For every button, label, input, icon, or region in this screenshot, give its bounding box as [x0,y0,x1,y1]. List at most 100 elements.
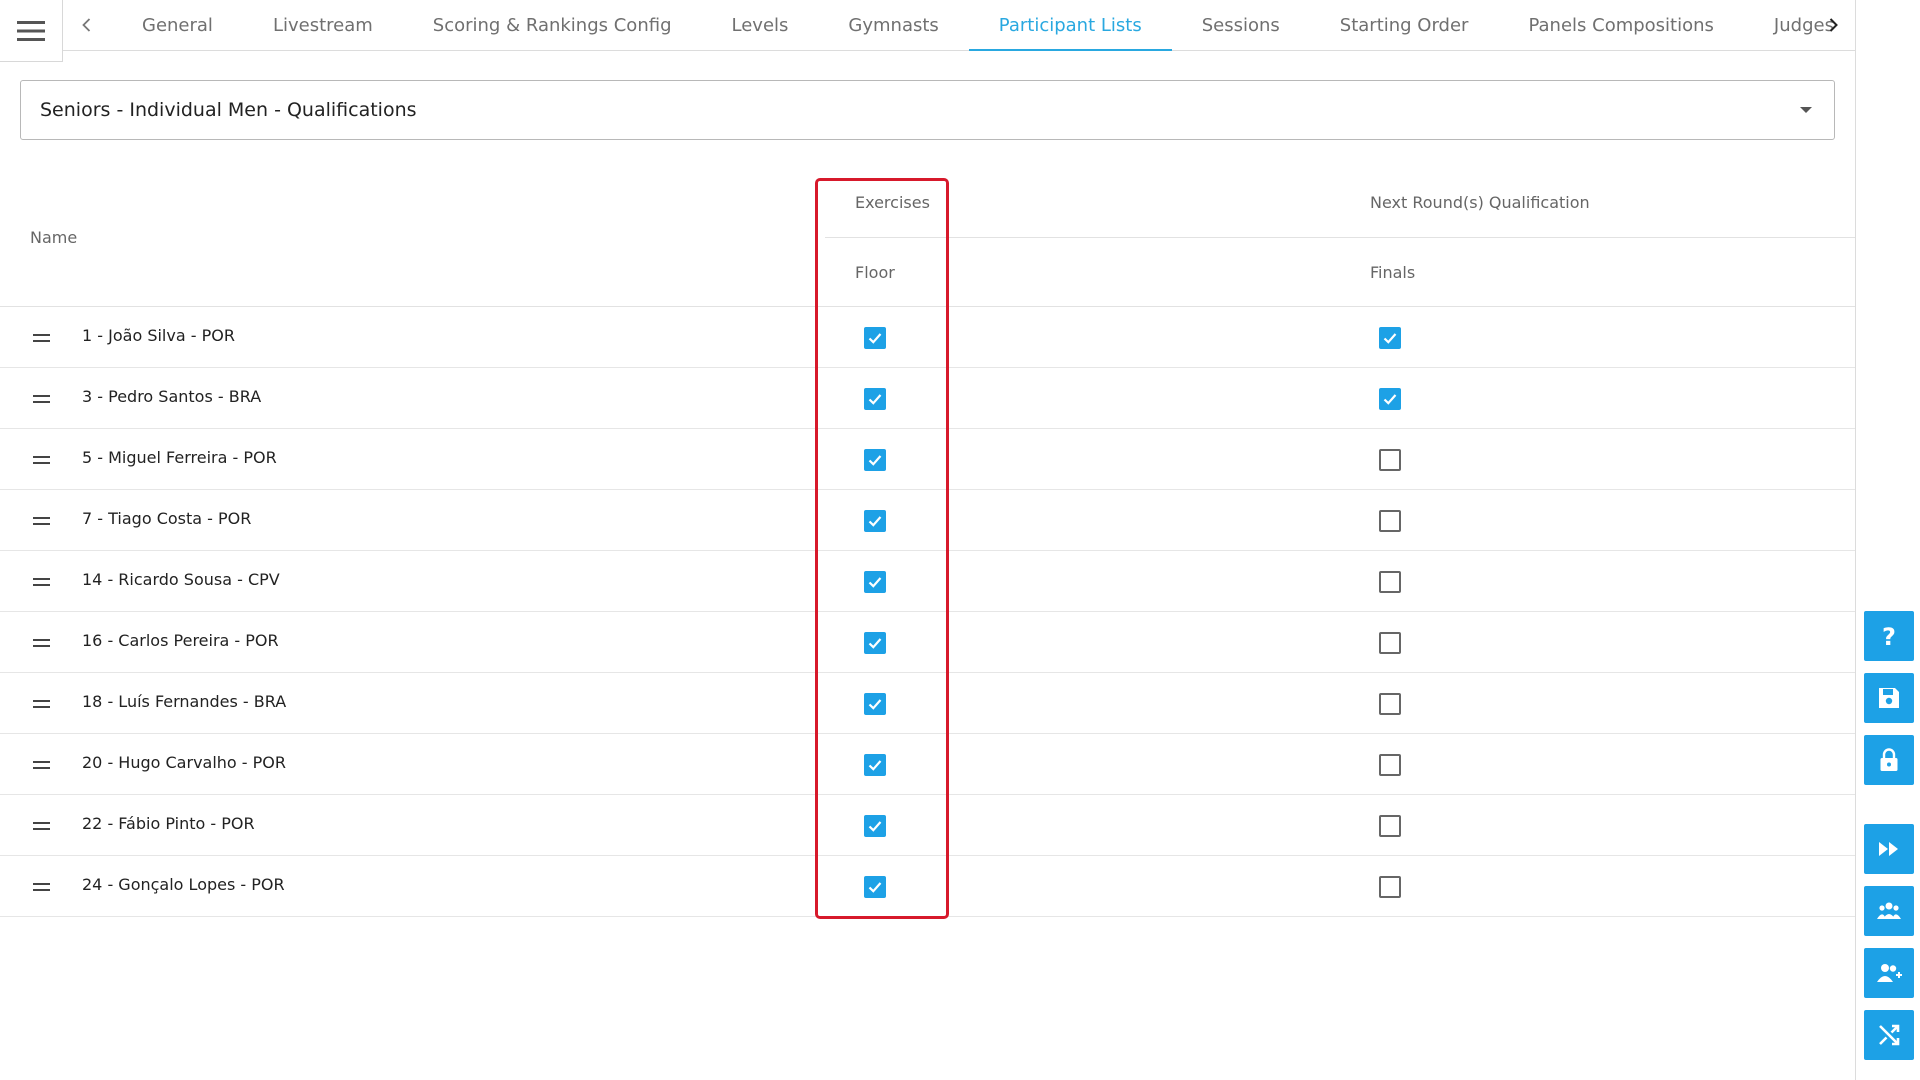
finals-checkbox[interactable] [1379,327,1401,349]
finals-checkbox[interactable] [1379,754,1401,776]
tab-livestream[interactable]: Livestream [243,0,403,50]
floor-checkbox[interactable] [864,388,886,410]
drag-handle-icon[interactable] [33,883,50,891]
floor-checkbox[interactable] [864,815,886,837]
menu-button[interactable] [0,0,63,62]
table-row: 24 - Gonçalo Lopes - POR [0,856,1855,917]
table-row: 3 - Pedro Santos - BRA [0,368,1855,429]
help-icon: ? [1882,623,1896,651]
table-row: 1 - João Silva - POR [0,307,1855,368]
participant-name: 18 - Luís Fernandes - BRA [82,692,287,711]
tab-sessions[interactable]: Sessions [1172,0,1310,50]
table-body: 1 - João Silva - POR 3 - Pedro Santos - B… [0,307,1855,917]
tabs-scroll-right-button[interactable] [1818,0,1848,50]
tab-gymnasts[interactable]: Gymnasts [818,0,968,50]
groups-button[interactable] [1864,886,1914,936]
tab-starting-order[interactable]: Starting Order [1310,0,1499,50]
tab-levels[interactable]: Levels [702,0,819,50]
header-divider [825,237,1855,238]
shuffle-button[interactable] [1864,1010,1914,1060]
participant-name: 7 - Tiago Costa - POR [82,509,252,528]
finals-checkbox[interactable] [1379,693,1401,715]
save-button[interactable] [1864,673,1914,723]
shuffle-icon [1879,1024,1900,1046]
table-row: 22 - Fábio Pinto - POR [0,795,1855,856]
checkmark-icon [1383,394,1397,405]
add-user-icon [1877,964,1902,982]
table-row: 20 - Hugo Carvalho - POR [0,734,1855,795]
floor-checkbox[interactable] [864,754,886,776]
tab-participant-lists[interactable]: Participant Lists [968,0,1172,51]
participant-name: 24 - Gonçalo Lopes - POR [82,875,285,894]
group-icon [1877,902,1901,919]
finals-checkbox[interactable] [1379,632,1401,654]
tab-general[interactable]: General [112,0,243,50]
checkmark-icon [868,394,882,405]
floor-checkbox[interactable] [864,693,886,715]
drag-handle-icon[interactable] [33,456,50,464]
lock-button[interactable] [1864,735,1914,785]
svg-text:?: ? [1882,623,1896,651]
table-row: 18 - Luís Fernandes - BRA [0,673,1855,734]
floor-checkbox[interactable] [864,632,886,654]
tab-bar: General Livestream Scoring & Rankings Conf… [112,0,1864,51]
checkmark-icon [1383,333,1397,344]
checkmark-icon [868,577,882,588]
qualification-group-header: Next Round(s) Qualification [1370,193,1590,212]
chevron-left-icon [82,18,91,32]
finals-checkbox[interactable] [1379,571,1401,593]
drag-handle-icon[interactable] [33,639,50,647]
floor-checkbox[interactable] [864,327,886,349]
participant-name: 20 - Hugo Carvalho - POR [82,753,287,772]
floor-checkbox[interactable] [864,449,886,471]
finals-checkbox[interactable] [1379,449,1401,471]
floor-checkbox[interactable] [864,876,886,898]
table-row: 16 - Carlos Pereira - POR [0,612,1855,673]
finals-column-header: Finals [1370,263,1416,282]
participant-list-select-value: Seniors - Individual Men - Qualification… [40,99,417,121]
chevron-right-icon [1829,18,1838,32]
table-row: 7 - Tiago Costa - POR [0,490,1855,551]
floor-checkbox[interactable] [864,571,886,593]
participant-name: 14 - Ricardo Sousa - CPV [82,570,280,589]
drag-handle-icon[interactable] [33,822,50,830]
drag-handle-icon[interactable] [33,700,50,708]
checkmark-icon [868,638,882,649]
participant-name: 16 - Carlos Pereira - POR [82,631,279,650]
exercises-group-header: Exercises [855,193,930,212]
floor-checkbox[interactable] [864,510,886,532]
tabs-scroll-left-button[interactable] [72,0,102,50]
advance-button[interactable] [1864,824,1914,874]
checkmark-icon [868,516,882,527]
tab-panels-compositions[interactable]: Panels Compositions [1498,0,1743,50]
drag-handle-icon[interactable] [33,578,50,586]
drag-handle-icon[interactable] [33,334,50,342]
drag-handle-icon[interactable] [33,761,50,769]
participant-name: 5 - Miguel Ferreira - POR [82,448,277,467]
name-column-header: Name [30,228,78,247]
checkmark-icon [868,699,882,710]
drag-handle-icon[interactable] [33,517,50,525]
tab-scoring-rankings-config[interactable]: Scoring & Rankings Config [403,0,702,50]
checkmark-icon [868,760,882,771]
action-rail: ? [1855,0,1920,1080]
table-row: 5 - Miguel Ferreira - POR [0,429,1855,490]
dropdown-arrow-icon [1800,107,1812,113]
lock-icon [1880,748,1898,771]
participant-name: 22 - Fábio Pinto - POR [82,814,255,833]
checkmark-icon [868,821,882,832]
participant-list-select[interactable]: Seniors - Individual Men - Qualification… [20,80,1835,140]
hamburger-icon [17,20,45,41]
drag-handle-icon[interactable] [33,395,50,403]
finals-checkbox[interactable] [1379,388,1401,410]
save-icon [1879,688,1899,708]
finals-checkbox[interactable] [1379,510,1401,532]
add-participant-button[interactable] [1864,948,1914,998]
finals-checkbox[interactable] [1379,876,1401,898]
help-button[interactable]: ? [1864,611,1914,661]
top-navigation: General Livestream Scoring & Rankings Conf… [0,0,1855,62]
floor-column-header: Floor [855,263,895,282]
participant-name: 1 - João Silva - POR [82,326,235,345]
table-row: 14 - Ricardo Sousa - CPV [0,551,1855,612]
finals-checkbox[interactable] [1379,815,1401,837]
